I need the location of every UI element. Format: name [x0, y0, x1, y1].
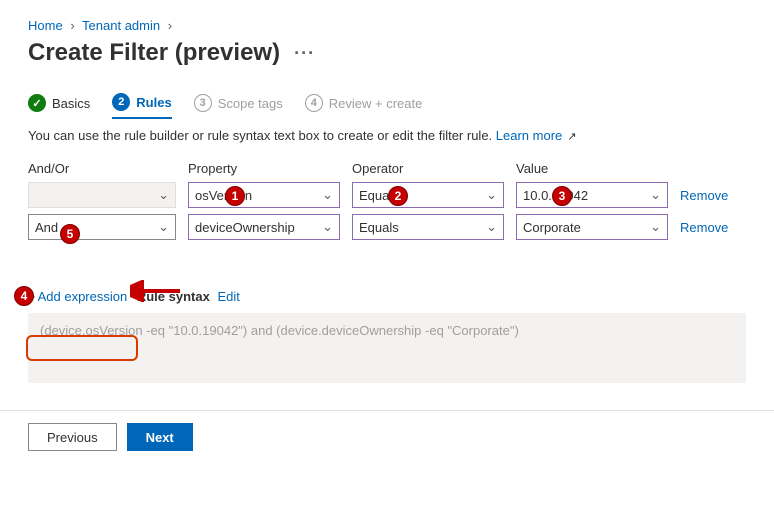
chevron-down-icon: ⌄ [158, 219, 169, 235]
rule-row: And⌄ deviceOwnership⌄ Equals⌄ Corporate⌄… [28, 214, 746, 240]
col-value: Value [516, 161, 668, 176]
chevron-down-icon: ⌄ [486, 219, 497, 235]
step-basics[interactable]: ✓ Basics [28, 94, 90, 118]
step-label: Rules [136, 95, 171, 110]
wizard-footer: Previous Next [0, 410, 774, 463]
page-title: Create Filter (preview) ··· [28, 39, 746, 67]
rule-syntax-textbox: (device.osVersion -eq "10.0.19042") and … [28, 313, 746, 383]
step-number-icon: 3 [194, 94, 212, 112]
operator-select[interactable]: Equals⌄ [352, 182, 504, 208]
rule-syntax-edit-link[interactable]: Edit [217, 289, 239, 304]
step-label: Review + create [329, 96, 423, 111]
annotation-1: 1 [225, 186, 245, 206]
col-property: Property [188, 161, 340, 176]
annotation-4: 4 [14, 286, 34, 306]
chevron-down-icon: ⌄ [158, 187, 169, 203]
step-number-icon: 2 [112, 93, 130, 111]
remove-row-link[interactable]: Remove [680, 220, 746, 235]
rule-row: ⌄ osVersion⌄ Equals⌄ 10.0.19042⌄ Remove [28, 182, 746, 208]
andor-select[interactable]: ⌄ [28, 182, 176, 208]
breadcrumb: Home › Tenant admin › [28, 18, 746, 33]
step-label: Basics [52, 96, 90, 111]
chevron-down-icon: ⌄ [322, 219, 333, 235]
rule-syntax-label: Rule syntax [137, 289, 210, 304]
chevron-right-icon: › [168, 18, 172, 33]
learn-more-link[interactable]: Learn more [496, 128, 562, 143]
value-select[interactable]: 10.0.19042⌄ [516, 182, 668, 208]
annotation-2: 2 [388, 186, 408, 206]
annotation-3: 3 [552, 186, 572, 206]
property-select[interactable]: deviceOwnership⌄ [188, 214, 340, 240]
step-scope-tags[interactable]: 3 Scope tags [194, 94, 283, 118]
annotation-5: 5 [60, 224, 80, 244]
property-select[interactable]: osVersion⌄ [188, 182, 340, 208]
next-button[interactable]: Next [127, 423, 193, 451]
more-icon[interactable]: ··· [294, 43, 315, 64]
check-icon: ✓ [28, 94, 46, 112]
step-rules[interactable]: 2 Rules [112, 93, 171, 119]
previous-button[interactable]: Previous [28, 423, 117, 451]
chevron-right-icon: › [70, 18, 74, 33]
breadcrumb-home[interactable]: Home [28, 18, 63, 33]
rule-grid-header: And/Or Property Operator Value [28, 161, 746, 176]
breadcrumb-tenant-admin[interactable]: Tenant admin [82, 18, 160, 33]
step-label: Scope tags [218, 96, 283, 111]
step-number-icon: 4 [305, 94, 323, 112]
wizard-steps: ✓ Basics 2 Rules 3 Scope tags 4 Review +… [28, 93, 746, 120]
remove-row-link[interactable]: Remove [680, 188, 746, 203]
col-operator: Operator [352, 161, 504, 176]
chevron-down-icon: ⌄ [650, 187, 661, 203]
add-expression-link[interactable]: + Add expression [28, 289, 127, 304]
external-link-icon: ↗ [564, 131, 576, 143]
value-select[interactable]: Corporate⌄ [516, 214, 668, 240]
chevron-down-icon: ⌄ [322, 187, 333, 203]
rule-syntax-header: Rule syntax Edit [131, 286, 246, 307]
operator-select[interactable]: Equals⌄ [352, 214, 504, 240]
step-review-create[interactable]: 4 Review + create [305, 94, 423, 118]
col-andor: And/Or [28, 161, 176, 176]
intro-text: You can use the rule builder or rule syn… [28, 128, 746, 143]
chevron-down-icon: ⌄ [486, 187, 497, 203]
chevron-down-icon: ⌄ [650, 219, 661, 235]
andor-select[interactable]: And⌄ [28, 214, 176, 240]
